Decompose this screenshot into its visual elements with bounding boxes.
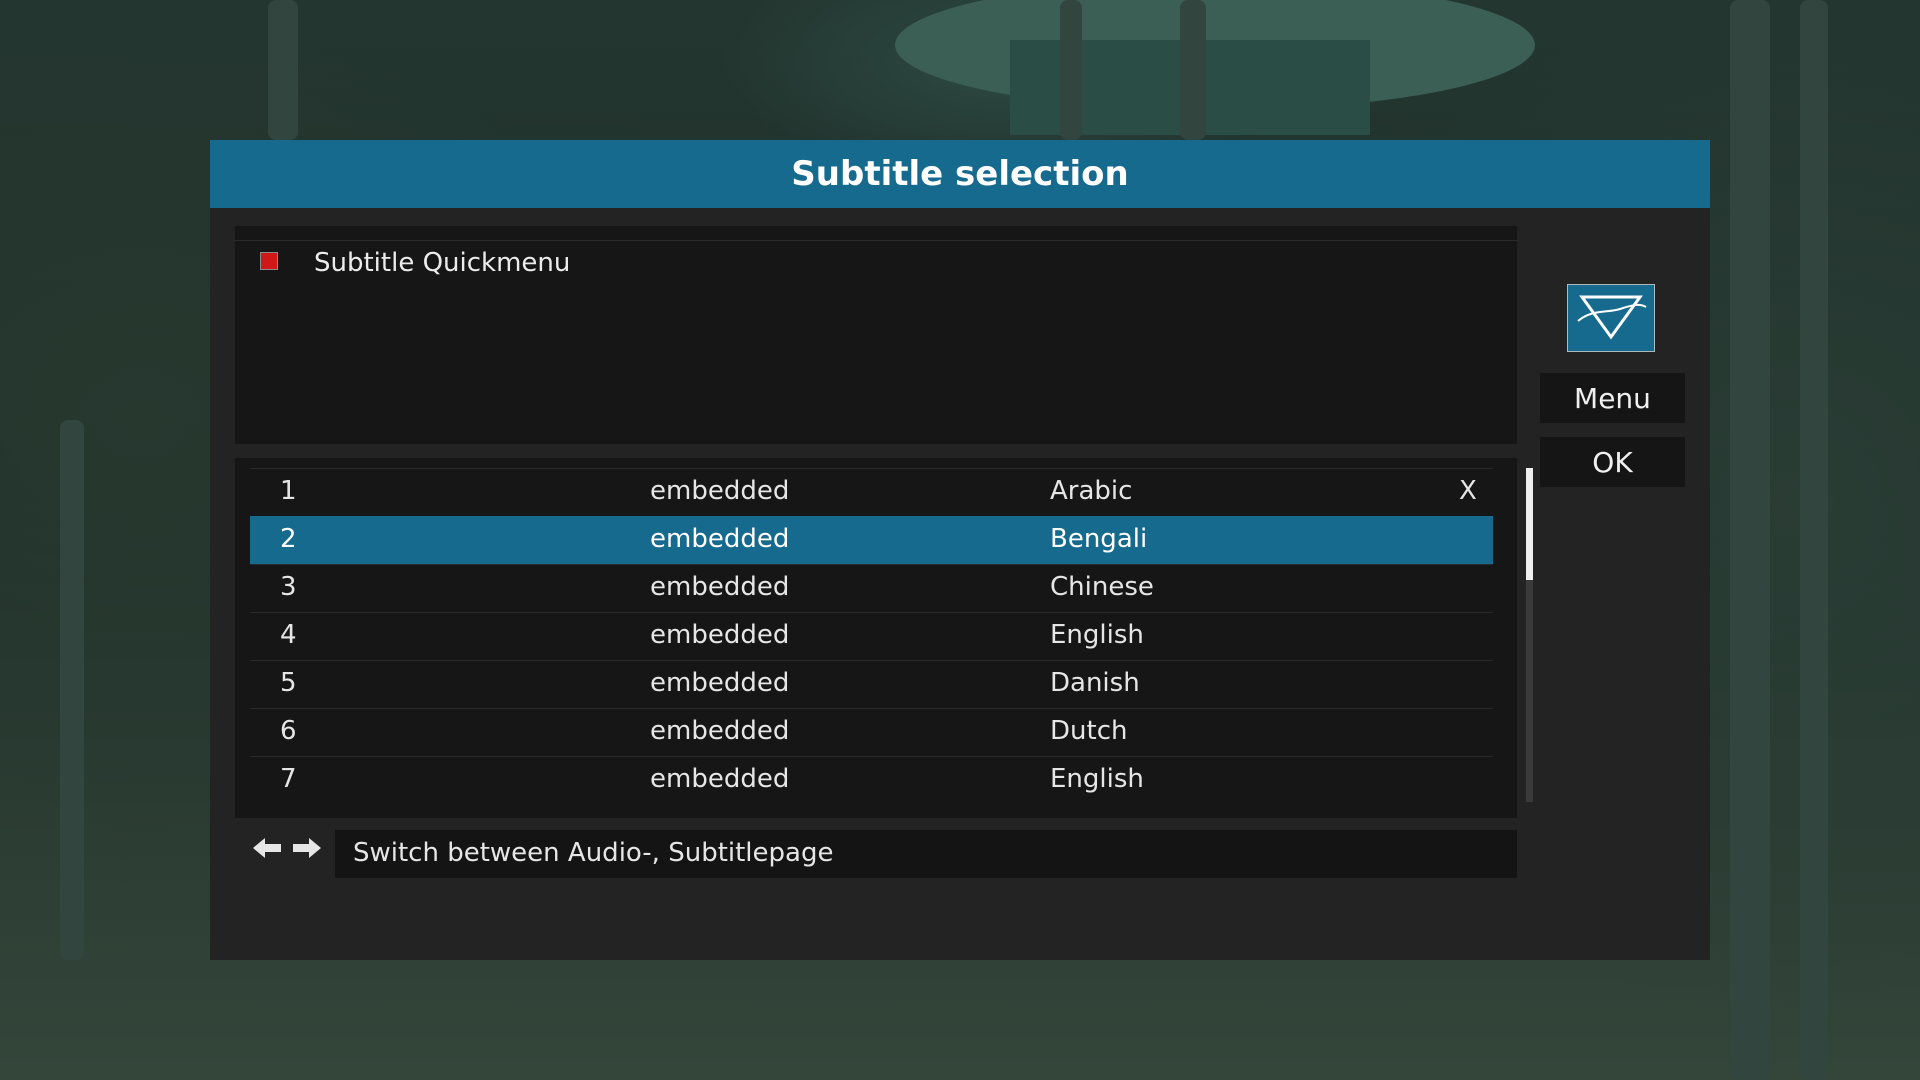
subtitle-language: Bengali xyxy=(1050,524,1148,554)
pure2-logo xyxy=(1567,284,1655,352)
subtitle-language: Dutch xyxy=(1050,716,1128,746)
subtitle-list[interactable]: 1 embedded Arabic X 2 embedded Bengali 3… xyxy=(235,458,1533,818)
subtitle-index: 7 xyxy=(280,764,297,794)
subtitle-type: embedded xyxy=(650,668,790,698)
subtitle-type: embedded xyxy=(650,620,790,650)
subtitle-index: 4 xyxy=(280,620,297,650)
subtitle-row[interactable]: 4 embedded English xyxy=(250,612,1493,660)
subtitle-row[interactable]: 5 embedded Danish xyxy=(250,660,1493,708)
menu-button[interactable]: Menu xyxy=(1540,373,1685,423)
arrow-left-icon xyxy=(253,838,281,858)
subtitle-type: embedded xyxy=(650,572,790,602)
subtitle-row[interactable]: 6 embedded Dutch xyxy=(250,708,1493,756)
background-trunk xyxy=(1730,0,1770,1080)
quickmenu-item[interactable]: Subtitle Quickmenu xyxy=(314,248,570,278)
background-trunk xyxy=(268,0,298,140)
subtitle-row[interactable]: 3 embedded Chinese xyxy=(250,564,1493,612)
background-trunk xyxy=(1800,0,1828,1080)
dialog-titlebar: Subtitle selection xyxy=(210,140,1710,208)
subtitle-language: Arabic xyxy=(1050,476,1133,506)
arrow-right-icon xyxy=(293,838,321,858)
subtitle-type: embedded xyxy=(650,524,790,554)
subtitle-language: Chinese xyxy=(1050,572,1154,602)
hint-text: Switch between Audio-, Subtitlepage xyxy=(353,838,834,868)
subtitle-index: 5 xyxy=(280,668,297,698)
background-trunk xyxy=(1060,0,1082,140)
hint-bar: Switch between Audio-, Subtitlepage xyxy=(335,830,1517,878)
logo-triangle-icon xyxy=(1577,295,1647,340)
background-trunk xyxy=(60,420,84,960)
subtitle-type: embedded xyxy=(650,476,790,506)
subtitle-row[interactable]: 7 embedded English xyxy=(250,756,1493,804)
subtitle-type: embedded xyxy=(650,716,790,746)
subtitle-index: 2 xyxy=(280,524,297,554)
subtitle-language: English xyxy=(1050,764,1144,794)
subtitle-index: 3 xyxy=(280,572,297,602)
subtitle-language: English xyxy=(1050,620,1144,650)
ok-button[interactable]: OK xyxy=(1540,437,1685,487)
subtitle-index: 1 xyxy=(280,476,297,506)
subtitle-index: 6 xyxy=(280,716,297,746)
scrollbar-thumb[interactable] xyxy=(1526,468,1533,580)
red-key-icon xyxy=(260,252,278,270)
background-trunk xyxy=(1180,0,1206,140)
subtitle-selection-dialog: Subtitle selection Subtitle Quickmenu 1 … xyxy=(210,140,1710,960)
subtitle-row[interactable]: 1 embedded Arabic X xyxy=(250,468,1493,516)
subtitle-language: Danish xyxy=(1050,668,1140,698)
dialog-title: Subtitle selection xyxy=(791,154,1129,194)
subtitle-type: embedded xyxy=(650,764,790,794)
subtitle-row-selected[interactable]: 2 embedded Bengali xyxy=(250,516,1493,564)
quickmenu-divider xyxy=(235,240,1517,241)
quickmenu-panel: Subtitle Quickmenu xyxy=(235,226,1517,444)
active-subtitle-mark: X xyxy=(1459,476,1477,506)
